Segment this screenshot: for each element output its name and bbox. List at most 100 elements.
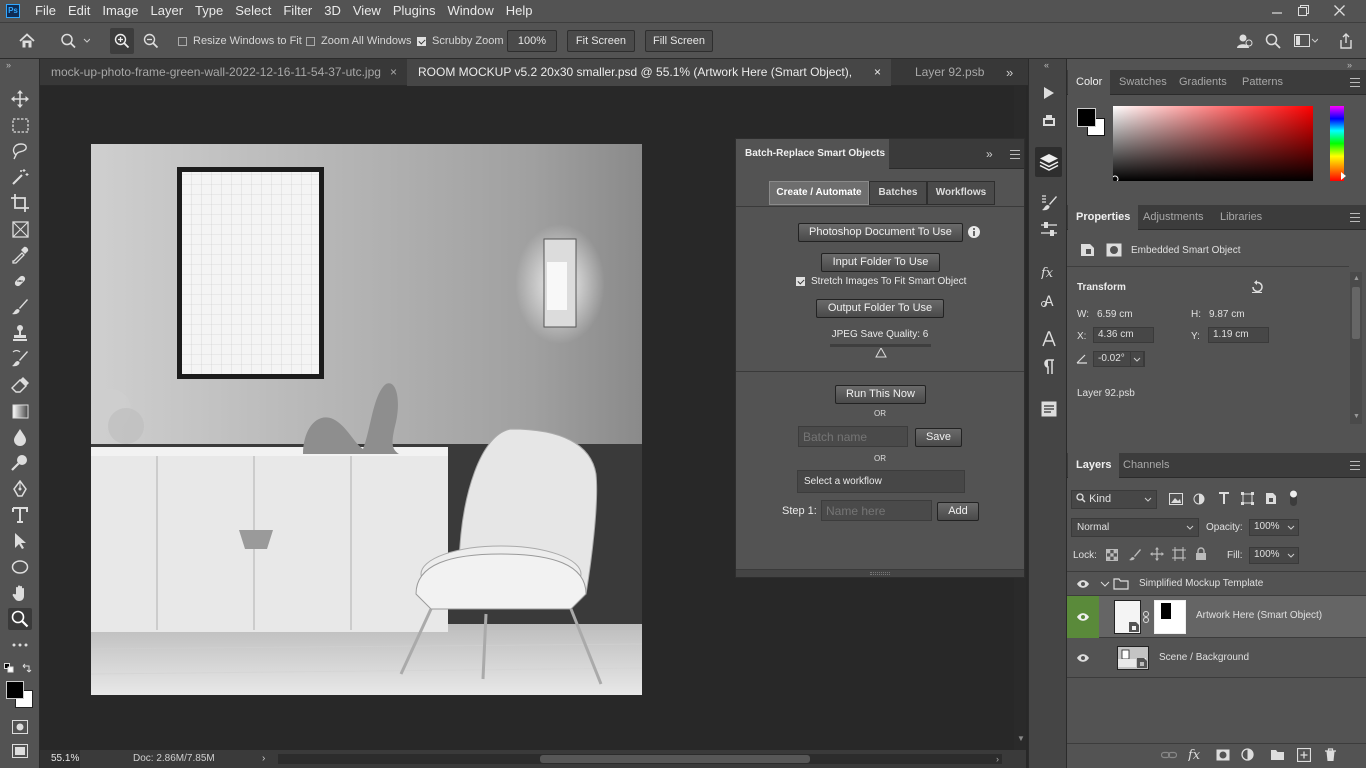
menu-help[interactable]: Help (500, 0, 539, 22)
user-search-icon[interactable] (1236, 23, 1254, 59)
screen-mode-icon[interactable] (8, 740, 32, 762)
home-icon[interactable] (18, 23, 36, 59)
more-tools-icon[interactable] (8, 634, 32, 656)
gradient-tool-icon[interactable] (8, 400, 32, 422)
slider-thumb-icon[interactable] (874, 348, 887, 358)
scroll-right-icon[interactable]: › (996, 750, 999, 768)
crop-tool-icon[interactable] (8, 192, 32, 214)
magic-wand-tool-icon[interactable] (8, 166, 32, 188)
filter-type-layers-icon[interactable] (1218, 492, 1230, 505)
x-position-field[interactable]: 4.36 cm (1093, 327, 1154, 343)
lasso-tool-icon[interactable] (8, 140, 32, 162)
height-value[interactable]: 9.87 cm (1209, 309, 1245, 320)
close-tab-icon[interactable]: × (874, 59, 881, 86)
layer-row-group[interactable]: Simplified Mockup Template (1067, 572, 1366, 596)
scene-layer-thumbnail[interactable] (1117, 646, 1149, 670)
layer-name[interactable]: Scene / Background (1159, 652, 1249, 663)
opacity-dropdown-icon[interactable] (1285, 519, 1299, 536)
lock-all-icon[interactable] (1195, 547, 1207, 561)
tab-color[interactable]: Color (1068, 70, 1111, 95)
tab-adjustments[interactable]: Adjustments (1135, 205, 1212, 230)
lock-image-pixels-icon[interactable] (1128, 548, 1141, 561)
plugin-cube-icon[interactable] (1035, 109, 1062, 133)
properties-scroll-thumb[interactable] (1352, 287, 1360, 339)
filter-smart-objects-icon[interactable] (1265, 492, 1277, 505)
lock-position-icon[interactable] (1150, 547, 1164, 561)
paragraph-panel-icon[interactable] (1035, 355, 1062, 379)
batch-name-input[interactable] (798, 426, 908, 447)
step-name-input[interactable] (821, 500, 932, 521)
tab-room-mockup-psd[interactable]: ROOM MOCKUP v5.2 20x30 smaller.psd @ 55.… (407, 59, 891, 106)
tab-properties[interactable]: Properties (1068, 205, 1139, 230)
eyedropper-tool-icon[interactable] (8, 244, 32, 266)
document-canvas[interactable] (91, 144, 642, 695)
ellipse-tool-icon[interactable] (8, 556, 32, 578)
visibility-eye-icon[interactable] (1076, 653, 1090, 663)
lock-artboard-icon[interactable] (1172, 547, 1186, 561)
styles-fx-icon[interactable]: fx (1035, 260, 1062, 284)
share-icon[interactable] (1338, 23, 1354, 59)
new-adjustment-layer-icon[interactable] (1241, 748, 1254, 761)
y-position-field[interactable]: 1.19 cm (1208, 327, 1269, 343)
properties-panel-icon[interactable] (1035, 397, 1062, 421)
menu-image[interactable]: Image (96, 0, 144, 22)
properties-panel-menu-icon[interactable] (1350, 213, 1360, 222)
linked-file-name[interactable]: Layer 92.psb (1077, 388, 1135, 399)
menu-view[interactable]: View (347, 0, 387, 22)
healing-brush-tool-icon[interactable] (8, 270, 32, 292)
lock-transparent-pixels-icon[interactable] (1106, 549, 1118, 561)
zoom-level[interactable]: 55.1% (40, 750, 80, 768)
color-panel-menu-icon[interactable] (1350, 78, 1360, 87)
zoom-all-windows-checkbox[interactable]: Zoom All Windows (306, 23, 411, 59)
layers-stack-icon[interactable] (1035, 147, 1062, 177)
scrubby-zoom-check[interactable] (417, 36, 426, 46)
panel-resize-handle[interactable] (736, 569, 1024, 577)
tab-photo-frame-jpg[interactable]: mock-up-photo-frame-green-wall-2022-12-1… (40, 59, 407, 86)
tab-layer-92-psb[interactable]: Layer 92.psb (904, 59, 1004, 86)
tab-layers[interactable]: Layers (1068, 453, 1120, 478)
photoshop-document-button[interactable]: Photoshop Document To Use (798, 223, 963, 242)
swap-colors-icon[interactable] (22, 663, 32, 673)
visibility-eye-icon[interactable] (1076, 612, 1090, 622)
eraser-tool-icon[interactable] (8, 374, 32, 396)
menu-edit[interactable]: Edit (62, 0, 96, 22)
color-panel-foreground-swatch[interactable] (1077, 108, 1096, 127)
blur-tool-icon[interactable] (8, 426, 32, 448)
fill-dropdown-icon[interactable] (1285, 547, 1299, 564)
layer-row-artwork-smart-object[interactable]: Artwork Here (Smart Object) (1067, 596, 1366, 638)
tab-create-automate[interactable]: Create / Automate (769, 181, 869, 205)
scrubby-zoom-checkbox[interactable]: Scrubby Zoom (417, 23, 504, 59)
menu-3d[interactable]: 3D (318, 0, 347, 22)
blend-mode-dropdown[interactable]: Normal (1071, 518, 1199, 537)
close-window-icon[interactable] (1324, 0, 1354, 20)
brush-settings-icon[interactable] (1035, 191, 1062, 215)
type-tool-icon[interactable] (8, 504, 32, 526)
zoom-out-icon[interactable] (143, 23, 159, 59)
layer-style-fx-icon[interactable]: fx (1188, 747, 1204, 761)
zoom-tool-icon[interactable] (8, 608, 32, 630)
visibility-eye-icon[interactable] (1076, 579, 1090, 589)
smart-object-thumbnail[interactable] (1114, 600, 1141, 634)
jpeg-quality-slider[interactable] (830, 344, 931, 358)
delete-layer-trash-icon[interactable] (1324, 748, 1337, 762)
move-tool-icon[interactable] (8, 88, 32, 110)
history-brush-tool-icon[interactable] (8, 348, 32, 370)
plugin-title[interactable]: Batch-Replace Smart Objects (736, 139, 889, 169)
output-folder-button[interactable]: Output Folder To Use (816, 299, 944, 318)
expand-panels-icon[interactable]: « (1044, 60, 1049, 70)
clone-stamp-tool-icon[interactable] (8, 322, 32, 344)
zoom-value-button[interactable]: 100% (507, 30, 557, 52)
new-layer-icon[interactable] (1297, 748, 1311, 762)
add-layer-mask-icon[interactable] (1216, 749, 1230, 761)
search-icon[interactable] (1265, 23, 1281, 59)
menu-plugins[interactable]: Plugins (387, 0, 442, 22)
horizontal-scroll-thumb[interactable] (540, 755, 810, 763)
add-step-button[interactable]: Add (937, 502, 979, 521)
character-panel-icon[interactable] (1035, 327, 1062, 351)
restore-icon[interactable] (1288, 0, 1318, 20)
workflow-select[interactable]: Select a workflow (797, 470, 965, 493)
tab-libraries[interactable]: Libraries (1212, 205, 1270, 230)
tab-workflows[interactable]: Workflows (927, 181, 995, 205)
collapse-toolbar-icon[interactable]: » (6, 60, 11, 70)
workspace-icon[interactable] (1294, 23, 1318, 59)
